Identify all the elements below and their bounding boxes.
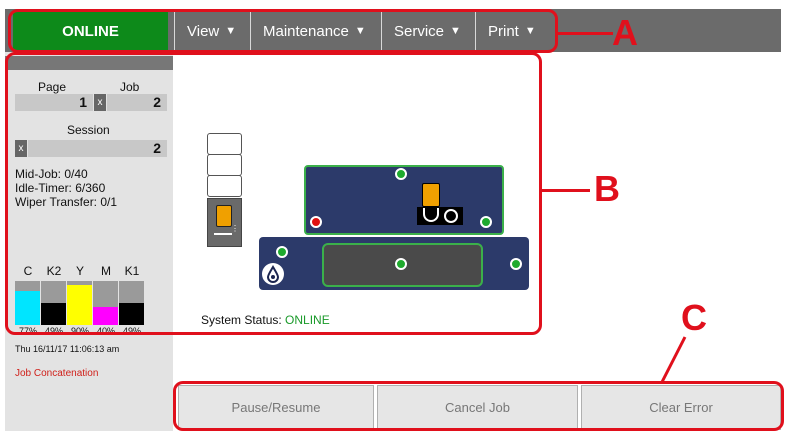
annotation-line-a xyxy=(558,32,613,35)
annotation-box-c xyxy=(173,381,784,431)
annotation-label-b: B xyxy=(594,168,620,209)
annotation-line-c xyxy=(660,336,687,383)
timestamp: Thu 16/11/17 11:06:13 am xyxy=(15,344,120,354)
annotation-box-b xyxy=(5,52,542,335)
annotation-box-a xyxy=(8,9,558,53)
annotation-line-b xyxy=(542,189,590,192)
job-concatenation-link[interactable]: Job Concatenation xyxy=(15,368,98,379)
annotation-label-a: A xyxy=(612,12,638,53)
annotation-label-c: C xyxy=(681,297,707,338)
